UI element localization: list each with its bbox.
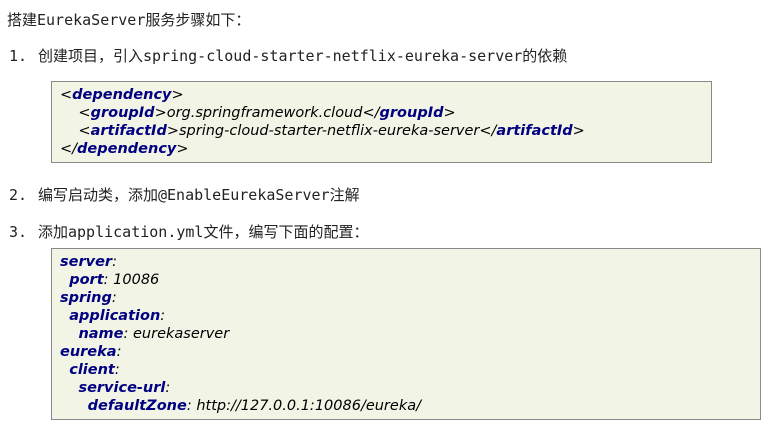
xml-tag: dependency (77, 141, 177, 157)
code-line: <artifactId>spring-cloud-starter-netflix… (60, 123, 585, 139)
code-line: port: 10086 (69, 272, 160, 288)
yaml-value: eurekaserver (133, 326, 230, 342)
yaml-config-code-block: server: port: 10086 spring: application:… (51, 248, 761, 420)
xml-value: org.springframework.cloud (166, 105, 363, 121)
code-line: spring: (60, 290, 117, 306)
step-3: 3. 添加application.yml文件，编写下面的配置： (9, 222, 368, 242)
code-line: server: (60, 254, 117, 270)
code-line: </dependency> (60, 141, 189, 157)
yaml-value: 10086 (113, 272, 160, 288)
code-line: <groupId>org.springframework.cloud</grou… (60, 105, 456, 121)
yaml-key: server (60, 254, 113, 270)
code-line: name: eurekaserver (78, 326, 230, 342)
xml-tag: artifactId (496, 123, 573, 139)
code-line: eureka: (60, 344, 122, 360)
yaml-key: name (78, 326, 124, 342)
code-line: defaultZone: http://127.0.0.1:10086/eure… (87, 398, 421, 414)
step-2: 2. 编写启动类，添加@EnableEurekaServer注解 (9, 185, 360, 205)
xml-tag: artifactId (90, 123, 167, 139)
code-line: application: (69, 308, 166, 324)
xml-tag: groupId (379, 105, 444, 121)
yaml-key: service-url (78, 380, 166, 396)
step-number: 1. (9, 47, 28, 65)
maven-dependency-code-block: <dependency> <groupId>org.springframewor… (51, 81, 712, 163)
yaml-key: client (69, 362, 115, 378)
code-line: <dependency> (60, 87, 184, 103)
yaml-key: defaultZone (87, 398, 187, 414)
step-1: 1. 创建项目，引入spring-cloud-starter-netflix-eu… (9, 46, 567, 66)
yaml-key: eureka (60, 344, 117, 360)
xml-value: spring-cloud-starter-netflix-eureka-serv… (178, 123, 480, 139)
step-text: 编写启动类，添加@EnableEurekaServer注解 (38, 186, 360, 204)
yaml-key: port (69, 272, 104, 288)
code-line: client: (69, 362, 120, 378)
yaml-key: spring (60, 290, 112, 306)
step-text: 添加application.yml文件，编写下面的配置： (38, 223, 369, 241)
step-text: 创建项目，引入spring-cloud-starter-netflix-eure… (38, 47, 568, 65)
step-number: 3. (9, 223, 28, 241)
xml-tag: dependency (72, 87, 172, 103)
intro-text: 搭建EurekaServer服务步骤如下： (7, 11, 251, 29)
yaml-value: http://127.0.0.1:10086/eureka/ (196, 398, 421, 414)
code-line: service-url: (78, 380, 171, 396)
xml-tag: groupId (90, 105, 155, 121)
step-number: 2. (9, 186, 28, 204)
yaml-key: application (69, 308, 161, 324)
